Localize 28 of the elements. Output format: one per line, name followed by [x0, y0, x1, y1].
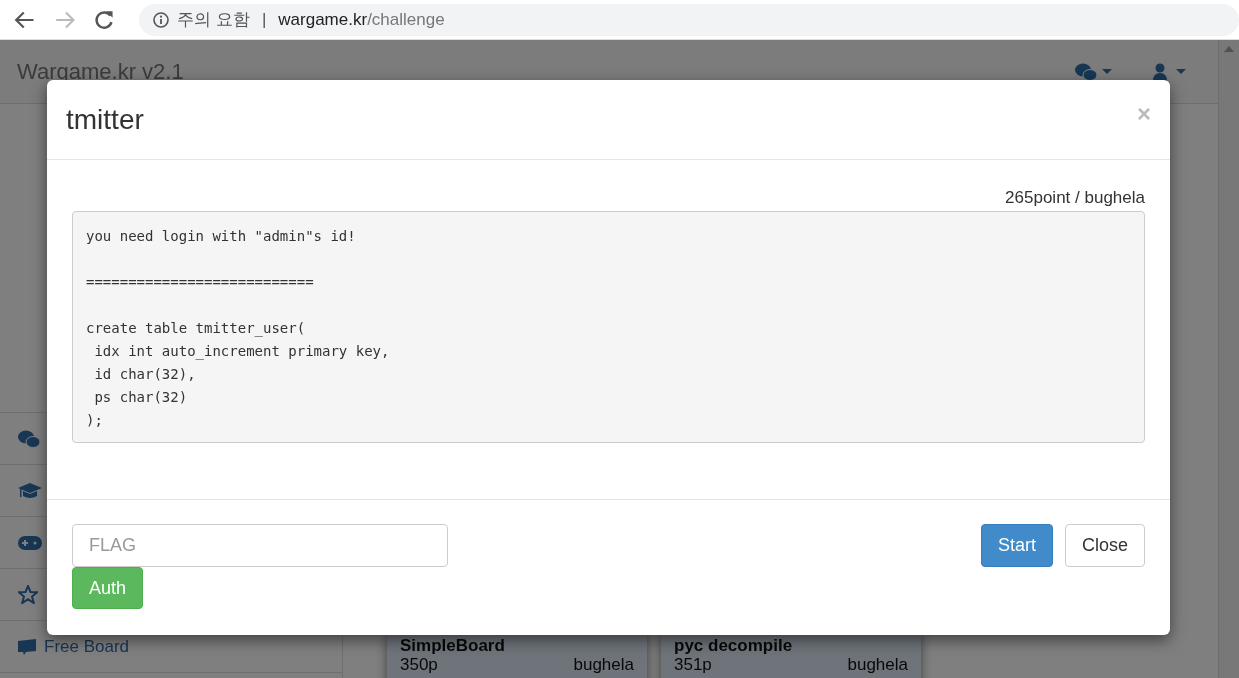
dialog-title: tmitter: [66, 103, 144, 136]
close-button[interactable]: Close: [1064, 524, 1145, 567]
reload-icon[interactable]: [93, 8, 116, 31]
separator: |: [261, 9, 267, 30]
card-author: bughela: [847, 656, 908, 674]
url-text: wargame.kr/challenge: [278, 9, 445, 30]
address-bar[interactable]: 주의 요함 | wargame.kr/challenge: [139, 3, 1239, 36]
card-points: 350p: [400, 656, 438, 674]
challenge-card[interactable]: SimpleBoard 350p bughela: [387, 634, 647, 678]
star-icon: [18, 585, 38, 604]
info-icon: [153, 11, 170, 28]
start-button[interactable]: Start: [980, 524, 1053, 567]
code-block: you need login with "admin"s id! =========================== create table tmitter_user( idx int auto_increment primary key, id char(32), ps char(32) );: [72, 211, 1145, 443]
card-author: bughela: [573, 656, 634, 674]
points-author-text: 265point / bughela: [1004, 188, 1145, 208]
card-title: SimpleBoard: [400, 636, 506, 656]
security-label: 주의 요함: [177, 9, 250, 31]
chat-icon: [18, 429, 40, 448]
flag-input-field[interactable]: FLAG: [72, 524, 448, 567]
graduation-cap-icon: [18, 481, 42, 500]
sidebar-link[interactable]: Free Board: [44, 636, 130, 657]
auth-button[interactable]: Auth: [72, 567, 144, 609]
gamepad-icon: [18, 535, 42, 550]
card-title: pyc decompile: [674, 636, 794, 656]
user-menu-icon[interactable]: [1153, 62, 1187, 81]
challenge-card[interactable]: pyc decompile 351p bughela: [661, 634, 921, 678]
card-points: 351p: [674, 656, 712, 674]
scrollbar[interactable]: [1218, 40, 1239, 678]
